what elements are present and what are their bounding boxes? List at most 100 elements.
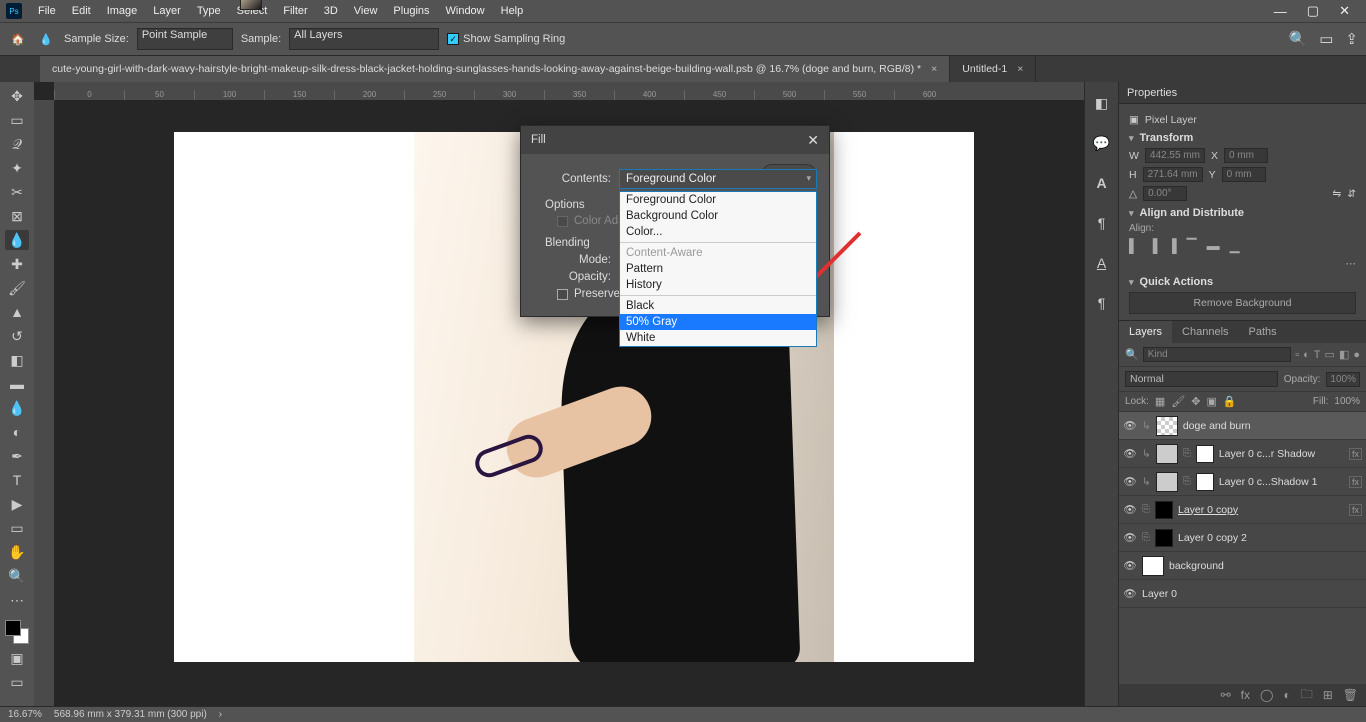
layer-row[interactable]: 👁 Layer 0 [1119, 580, 1366, 608]
fx-badge[interactable]: fx [1349, 504, 1362, 516]
align-top-icon[interactable]: ▔ [1187, 238, 1197, 254]
history-brush-icon[interactable]: ↺ [5, 326, 29, 346]
visibility-icon[interactable]: 👁 [1123, 447, 1137, 460]
dialog-close-icon[interactable]: ✕ [807, 132, 819, 149]
more-icon[interactable]: ⋯ [1129, 258, 1356, 270]
fx-badge[interactable]: fx [1349, 476, 1362, 488]
align-left-icon[interactable]: ▌ [1129, 238, 1138, 254]
layer-row[interactable]: 👁 ↳ ⎘ Layer 0 c...Shadow 1 fx [1119, 468, 1366, 496]
layer-name[interactable]: Layer 0 [1142, 588, 1177, 600]
lock-paint-icon[interactable]: 🖌 [1171, 395, 1185, 408]
home-icon[interactable]: 🏠 [8, 29, 28, 49]
lock-trans-icon[interactable]: ▦ [1155, 395, 1165, 408]
screen-mode-icon[interactable]: ▭ [5, 672, 29, 692]
dropdown-option-black[interactable]: Black [620, 298, 816, 314]
window-minimize[interactable]: — [1264, 4, 1297, 19]
filter-toggle-icon[interactable]: ● [1353, 349, 1360, 361]
path-select-icon[interactable]: ▶ [5, 494, 29, 514]
visibility-icon[interactable]: 👁 [1123, 475, 1137, 488]
layer-name[interactable]: Layer 0 c...r Shadow [1219, 448, 1315, 460]
menu-edit[interactable]: Edit [64, 5, 99, 17]
angle-field[interactable]: 0.00° [1143, 186, 1187, 201]
dropdown-option-50gray[interactable]: 50% Gray [620, 314, 816, 330]
fx-icon[interactable]: fx [1241, 688, 1250, 702]
dodge-tool-icon[interactable]: ◐ [5, 422, 29, 442]
align-bottom-icon[interactable]: ▁ [1230, 238, 1240, 254]
adjustment-icon[interactable]: ◐ [1283, 688, 1290, 702]
pen-tool-icon[interactable]: ✒ [5, 446, 29, 466]
color-panel-icon[interactable]: ◧ [1091, 92, 1113, 114]
stamp-tool-icon[interactable]: ▲ [5, 302, 29, 322]
blur-tool-icon[interactable]: 💧 [5, 398, 29, 418]
blend-mode-select[interactable]: Normal [1125, 371, 1278, 387]
search-icon[interactable]: 🔍 [1125, 348, 1139, 361]
layer-row[interactable]: 👁 ⎘ Layer 0 copy fx [1119, 496, 1366, 524]
visibility-icon[interactable]: 👁 [1123, 419, 1137, 432]
layer-name[interactable]: Layer 0 copy 2 [1178, 532, 1247, 544]
channels-tab[interactable]: Channels [1172, 321, 1238, 343]
group-icon[interactable]: 🗀 [1301, 685, 1313, 706]
visibility-icon[interactable]: 👁 [1123, 559, 1137, 572]
width-field[interactable]: 442.55 mm [1145, 148, 1205, 163]
sample-size-select[interactable]: Point Sample [137, 28, 233, 50]
menu-plugins[interactable]: Plugins [385, 5, 437, 17]
mask-mode-icon[interactable]: ▣ [5, 648, 29, 668]
foreground-swatch[interactable] [5, 620, 21, 636]
brush-tool-icon[interactable]: 🖌 [5, 278, 29, 298]
menu-file[interactable]: File [30, 5, 64, 17]
eyedropper-icon[interactable]: 💧 [36, 29, 56, 49]
filter-kind-select[interactable]: Kind [1143, 347, 1292, 362]
lock-pos-icon[interactable]: ✥ [1191, 395, 1200, 408]
dropdown-option-pattern[interactable]: Pattern [620, 261, 816, 277]
document-tab-2[interactable]: Untitled-1 × [950, 56, 1036, 82]
paragraph-panel-icon[interactable]: ¶ [1091, 292, 1113, 314]
transform-section[interactable]: Transform [1129, 132, 1356, 144]
hand-tool-icon[interactable]: ✋ [5, 542, 29, 562]
document-tab-1[interactable]: cute-young-girl-with-dark-wavy-hairstyle… [40, 56, 950, 82]
sample-select[interactable]: All Layers [289, 28, 439, 50]
dropdown-option-color[interactable]: Color... [620, 224, 816, 240]
dialog-titlebar[interactable]: Fill ✕ [521, 126, 829, 154]
menu-image[interactable]: Image [99, 5, 146, 17]
align-hcenter-icon[interactable]: ▐ [1148, 238, 1157, 254]
close-tab-icon[interactable]: × [931, 63, 937, 75]
window-close[interactable]: ✕ [1329, 3, 1360, 19]
eyedropper-tool-icon[interactable]: 💧 [5, 230, 29, 250]
styles-panel-icon[interactable]: A [1091, 252, 1113, 274]
layer-name[interactable]: Layer 0 copy [1178, 504, 1238, 516]
filter-pixel-icon[interactable]: ▫ [1295, 349, 1299, 361]
filter-adjust-icon[interactable]: ◐ [1303, 349, 1310, 361]
move-tool-icon[interactable]: ✥ [5, 86, 29, 106]
height-field[interactable]: 271.64 mm [1143, 167, 1203, 182]
dropdown-option-background[interactable]: Background Color [620, 208, 816, 224]
visibility-icon[interactable]: 👁 [1123, 503, 1137, 516]
window-maximize[interactable]: ▢ [1297, 3, 1329, 19]
align-section[interactable]: Align and Distribute [1129, 207, 1356, 219]
menu-help[interactable]: Help [493, 5, 532, 17]
visibility-icon[interactable]: 👁 [1123, 531, 1137, 544]
flip-h-icon[interactable]: ⇋ [1332, 188, 1341, 200]
wand-tool-icon[interactable]: ✦ [5, 158, 29, 178]
y-field[interactable]: 0 mm [1222, 167, 1266, 182]
show-sampling-ring-checkbox[interactable]: ✓ Show Sampling Ring [447, 33, 565, 45]
dropdown-option-foreground[interactable]: Foreground Color [620, 192, 816, 208]
layer-row[interactable]: 👁 ⎘ Layer 0 copy 2 [1119, 524, 1366, 552]
paths-tab[interactable]: Paths [1239, 321, 1287, 343]
char-panel-icon[interactable]: A [1091, 172, 1113, 194]
layer-name[interactable]: doge and burn [1183, 420, 1251, 432]
frame-tool-icon[interactable]: ⊠ [5, 206, 29, 226]
comments-panel-icon[interactable]: 💬 [1091, 132, 1113, 154]
lock-nest-icon[interactable]: ▣ [1207, 395, 1217, 408]
quick-actions-section[interactable]: Quick Actions [1129, 276, 1356, 288]
filter-type-icon[interactable]: T [1314, 349, 1321, 361]
search-icon[interactable]: 🔍 [1289, 30, 1308, 48]
remove-background-button[interactable]: Remove Background [1129, 292, 1356, 314]
flip-v-icon[interactable]: ⇵ [1347, 188, 1356, 200]
opacity-field[interactable]: 100% [1326, 372, 1360, 387]
layer-row[interactable]: 👁 ↳ ⎘ Layer 0 c...r Shadow fx [1119, 440, 1366, 468]
align-vcenter-icon[interactable]: ▬ [1207, 238, 1220, 254]
layer-name[interactable]: background [1169, 560, 1224, 572]
x-field[interactable]: 0 mm [1224, 148, 1268, 163]
type-tool-icon[interactable]: T [5, 470, 29, 490]
menu-window[interactable]: Window [438, 5, 493, 17]
